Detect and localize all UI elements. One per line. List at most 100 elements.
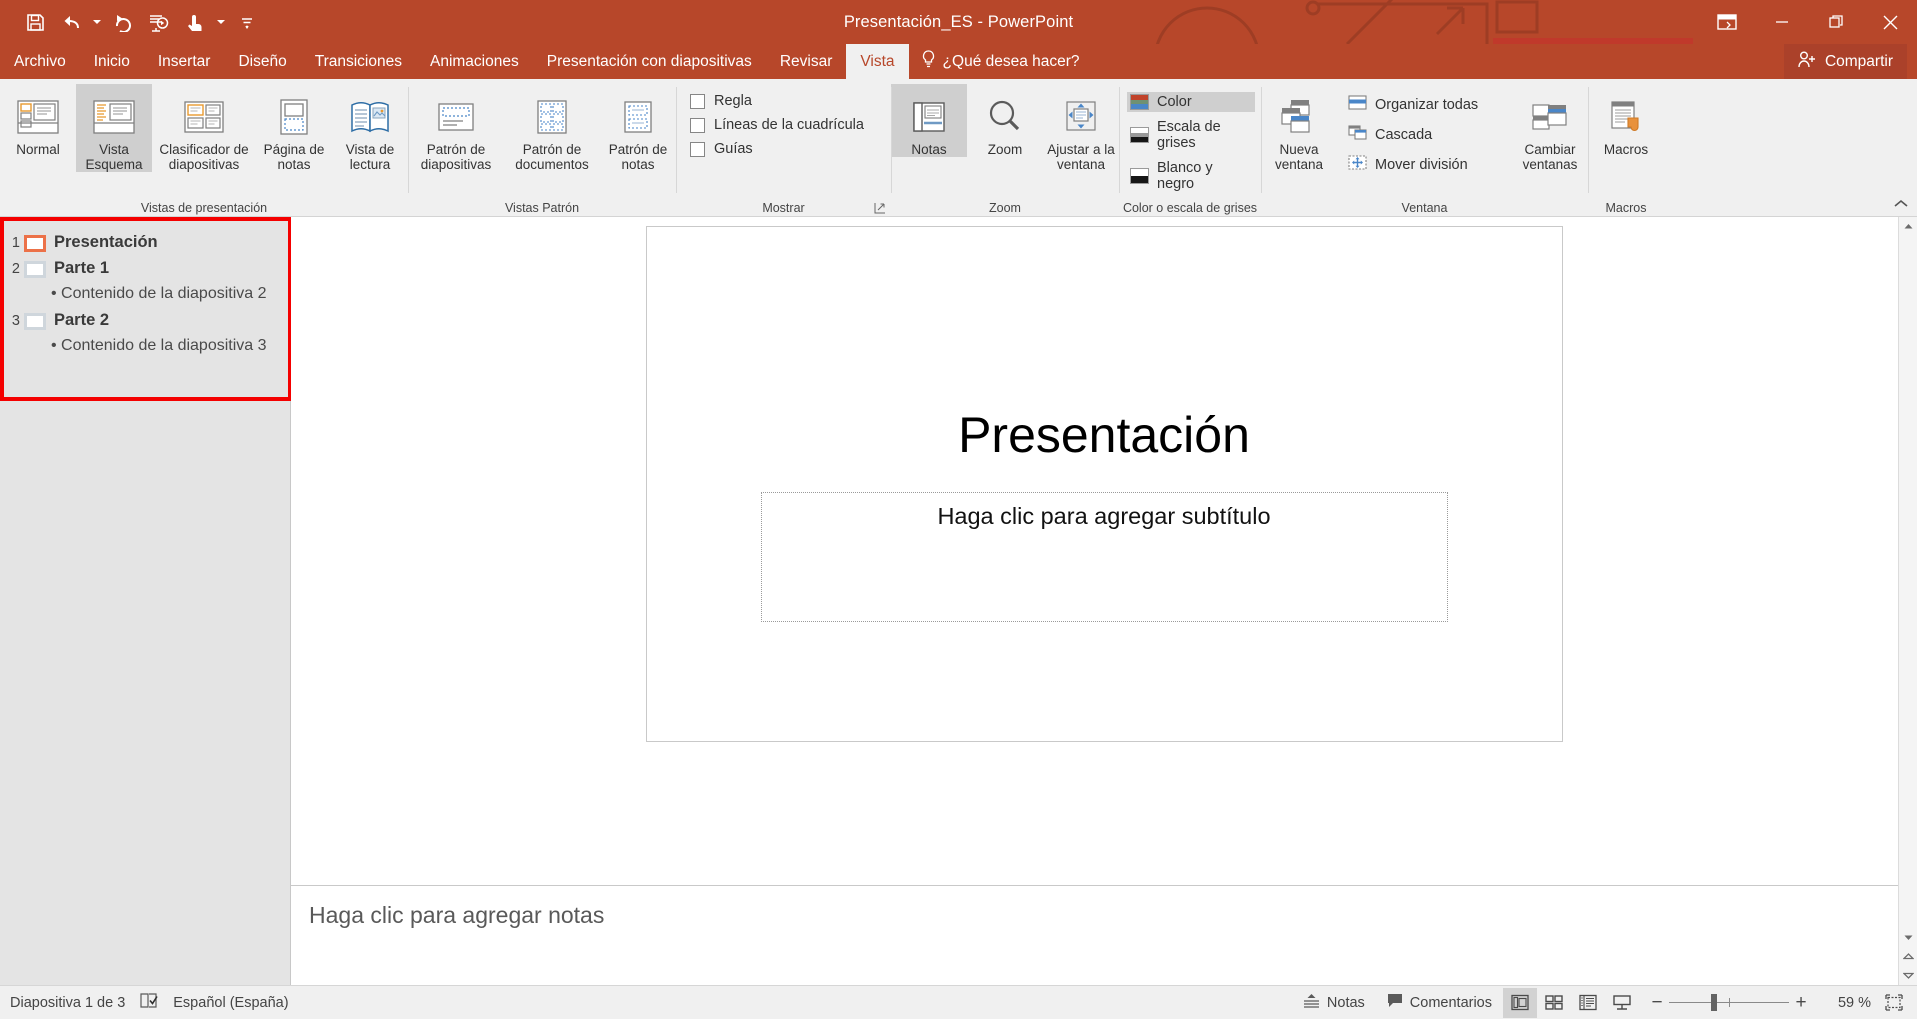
button-patron-de-notas[interactable]: Patrón de notas <box>600 84 676 172</box>
language-indicator[interactable]: Español (España) <box>173 995 288 1011</box>
option-color-label: Color <box>1157 94 1192 110</box>
option-color[interactable]: Color <box>1127 92 1255 112</box>
button-clasificador-de-diapositivas[interactable]: Clasificador de diapositivas <box>152 84 256 172</box>
button-notas[interactable]: Notas <box>891 84 967 157</box>
button-notas-label: Notas <box>911 142 947 157</box>
previous-slide-icon[interactable] <box>1899 947 1917 966</box>
notes-toggle-button[interactable]: Notas <box>1292 986 1376 1019</box>
scroll-down-icon[interactable] <box>1899 928 1917 947</box>
tab-presentacion-con-diapositivas[interactable]: Presentación con diapositivas <box>533 44 766 79</box>
outline-slide-2-title[interactable]: Parte 1 <box>54 258 109 278</box>
outline-slide-1-title[interactable]: Presentación <box>54 232 158 252</box>
current-slide[interactable]: Presentación Haga clic para agregar subt… <box>645 226 1563 742</box>
button-patron-de-diapositivas[interactable]: Patrón de diapositivas <box>408 84 504 172</box>
button-vista-de-lectura[interactable]: Vista de lectura <box>332 84 408 172</box>
button-cambiar-ventanas[interactable]: Cambiar ventanas <box>1512 84 1588 172</box>
slide-thumbnail-icon[interactable] <box>24 313 46 330</box>
touch-mode-dropdown-caret-icon[interactable] <box>214 7 228 37</box>
tab-inicio[interactable]: Inicio <box>80 44 144 79</box>
option-organizar-todas[interactable]: Organizar todas <box>1345 92 1506 117</box>
minimize-icon[interactable] <box>1755 0 1809 44</box>
restore-icon[interactable] <box>1809 0 1863 44</box>
ribbon-tabs[interactable]: Archivo Inicio Insertar Diseño Transicio… <box>0 44 1917 79</box>
button-ajustar-a-la-ventana[interactable]: Ajustar a la ventana <box>1043 84 1119 172</box>
undo-icon[interactable] <box>54 7 88 37</box>
slide-subtitle-placeholder[interactable]: Haga clic para agregar subtítulo <box>760 492 1448 622</box>
zoom-slider[interactable]: − + <box>1639 993 1819 1012</box>
outline-slide-2[interactable]: 2 Parte 1 <box>0 255 290 281</box>
share-button[interactable]: Compartir <box>1783 44 1907 79</box>
close-icon[interactable] <box>1863 0 1917 44</box>
undo-dropdown-caret-icon[interactable] <box>90 7 104 37</box>
view-slide-sorter-icon[interactable] <box>1537 988 1571 1018</box>
checkbox-guias[interactable]: Guías <box>690 141 881 157</box>
notes-pane[interactable]: Haga clic para agregar notas <box>291 885 1917 985</box>
zoom-slider-thumb[interactable] <box>1711 994 1717 1011</box>
slide-subtitle-text: Haga clic para agregar subtítulo <box>937 503 1271 529</box>
tab-vista[interactable]: Vista <box>846 44 909 79</box>
outline-slide-2-bullet-1[interactable]: • Contenido de la diapositiva 2 <box>0 281 290 307</box>
scroll-up-icon[interactable] <box>1899 217 1917 236</box>
checkbox-lineas-cuadricula[interactable]: Líneas de la cuadrícula <box>690 117 881 133</box>
outline-slide-1[interactable]: 1 Presentación <box>0 229 290 255</box>
view-normal-icon[interactable] <box>1503 987 1537 1018</box>
fit-slide-icon[interactable] <box>1879 988 1909 1018</box>
slide-thumbnail-icon[interactable] <box>24 261 46 278</box>
outline-slide-3[interactable]: 3 Parte 2 <box>0 307 290 333</box>
tab-diseno[interactable]: Diseño <box>224 44 300 79</box>
option-blanco-y-negro[interactable]: Blanco y negro <box>1127 158 1255 194</box>
vertical-scrollbar[interactable] <box>1898 217 1917 985</box>
window-title: Presentación_ES - PowerPoint <box>843 12 1074 31</box>
touch-mode-icon[interactable] <box>178 7 212 37</box>
zoom-level[interactable]: 59 % <box>1819 995 1871 1011</box>
regla-checkbox-icon[interactable] <box>690 93 705 109</box>
start-presentation-icon[interactable] <box>142 7 176 37</box>
ribbon-display-options-icon[interactable] <box>1699 0 1755 44</box>
tell-me-box[interactable]: ¿Qué desea hacer? <box>909 44 1092 79</box>
tab-revisar[interactable]: Revisar <box>766 44 847 79</box>
tab-transiciones[interactable]: Transiciones <box>301 44 416 79</box>
zoom-out-button[interactable]: − <box>1645 993 1669 1012</box>
outline-slide-3-bullet-1[interactable]: • Contenido de la diapositiva 3 <box>0 333 290 359</box>
next-slide-icon[interactable] <box>1899 966 1917 985</box>
checkbox-regla[interactable]: Regla <box>690 93 881 109</box>
collapse-ribbon-icon[interactable] <box>1893 196 1909 212</box>
button-macros[interactable]: Macros <box>1588 84 1664 157</box>
tab-insertar[interactable]: Insertar <box>144 44 225 79</box>
slide-title[interactable]: Presentación <box>730 410 1479 460</box>
lineas-cuadricula-checkbox-icon[interactable] <box>690 117 705 133</box>
view-slideshow-icon[interactable] <box>1605 988 1639 1018</box>
spellcheck-icon[interactable] <box>139 992 159 1013</box>
view-reading-icon[interactable] <box>1571 988 1605 1018</box>
outline-pane[interactable]: 1 Presentación 2 Parte 1 • Contenido de … <box>0 217 292 985</box>
window-controls[interactable] <box>1699 0 1917 44</box>
tab-animaciones[interactable]: Animaciones <box>416 44 533 79</box>
ribbon-group-macros: Macros Macros <box>1588 79 1664 217</box>
mostrar-dialog-launcher-icon[interactable] <box>872 200 887 215</box>
option-cascada[interactable]: Cascada <box>1345 122 1506 147</box>
button-clasificador-label: Clasificador de diapositivas <box>159 142 249 172</box>
comments-button[interactable]: Comentarios <box>1376 986 1503 1019</box>
save-icon[interactable] <box>18 7 52 37</box>
tab-archivo[interactable]: Archivo <box>0 44 80 79</box>
blackwhite-swatch-icon <box>1130 168 1149 184</box>
slide-counter[interactable]: Diapositiva 1 de 3 <box>10 995 125 1011</box>
option-escala-de-grises[interactable]: Escala de grises <box>1127 117 1255 153</box>
guias-checkbox-icon[interactable] <box>690 141 705 157</box>
slide-thumbnail-icon[interactable] <box>24 235 46 252</box>
ribbon-group-label-mostrar: Mostrar <box>762 200 805 215</box>
zoom-in-button[interactable]: + <box>1789 993 1813 1012</box>
quick-access-toolbar[interactable] <box>0 7 264 37</box>
option-mover-division[interactable]: Mover división <box>1345 152 1506 177</box>
redo-icon[interactable] <box>106 7 140 37</box>
button-nueva-ventana[interactable]: Nueva ventana <box>1261 84 1337 172</box>
button-vista-esquema[interactable]: Vista Esquema <box>76 84 152 172</box>
button-zoom[interactable]: Zoom <box>967 84 1043 157</box>
customize-qat-icon[interactable] <box>230 7 264 37</box>
button-normal[interactable]: Normal <box>0 84 76 157</box>
zoom-slider-track[interactable] <box>1669 994 1789 1011</box>
button-pagina-de-notas[interactable]: Página de notas <box>256 84 332 172</box>
outline-slide-3-title[interactable]: Parte 2 <box>54 310 109 330</box>
scrollbar-track[interactable] <box>1899 236 1917 928</box>
button-patron-de-documentos[interactable]: Patrón de documentos <box>504 84 600 172</box>
